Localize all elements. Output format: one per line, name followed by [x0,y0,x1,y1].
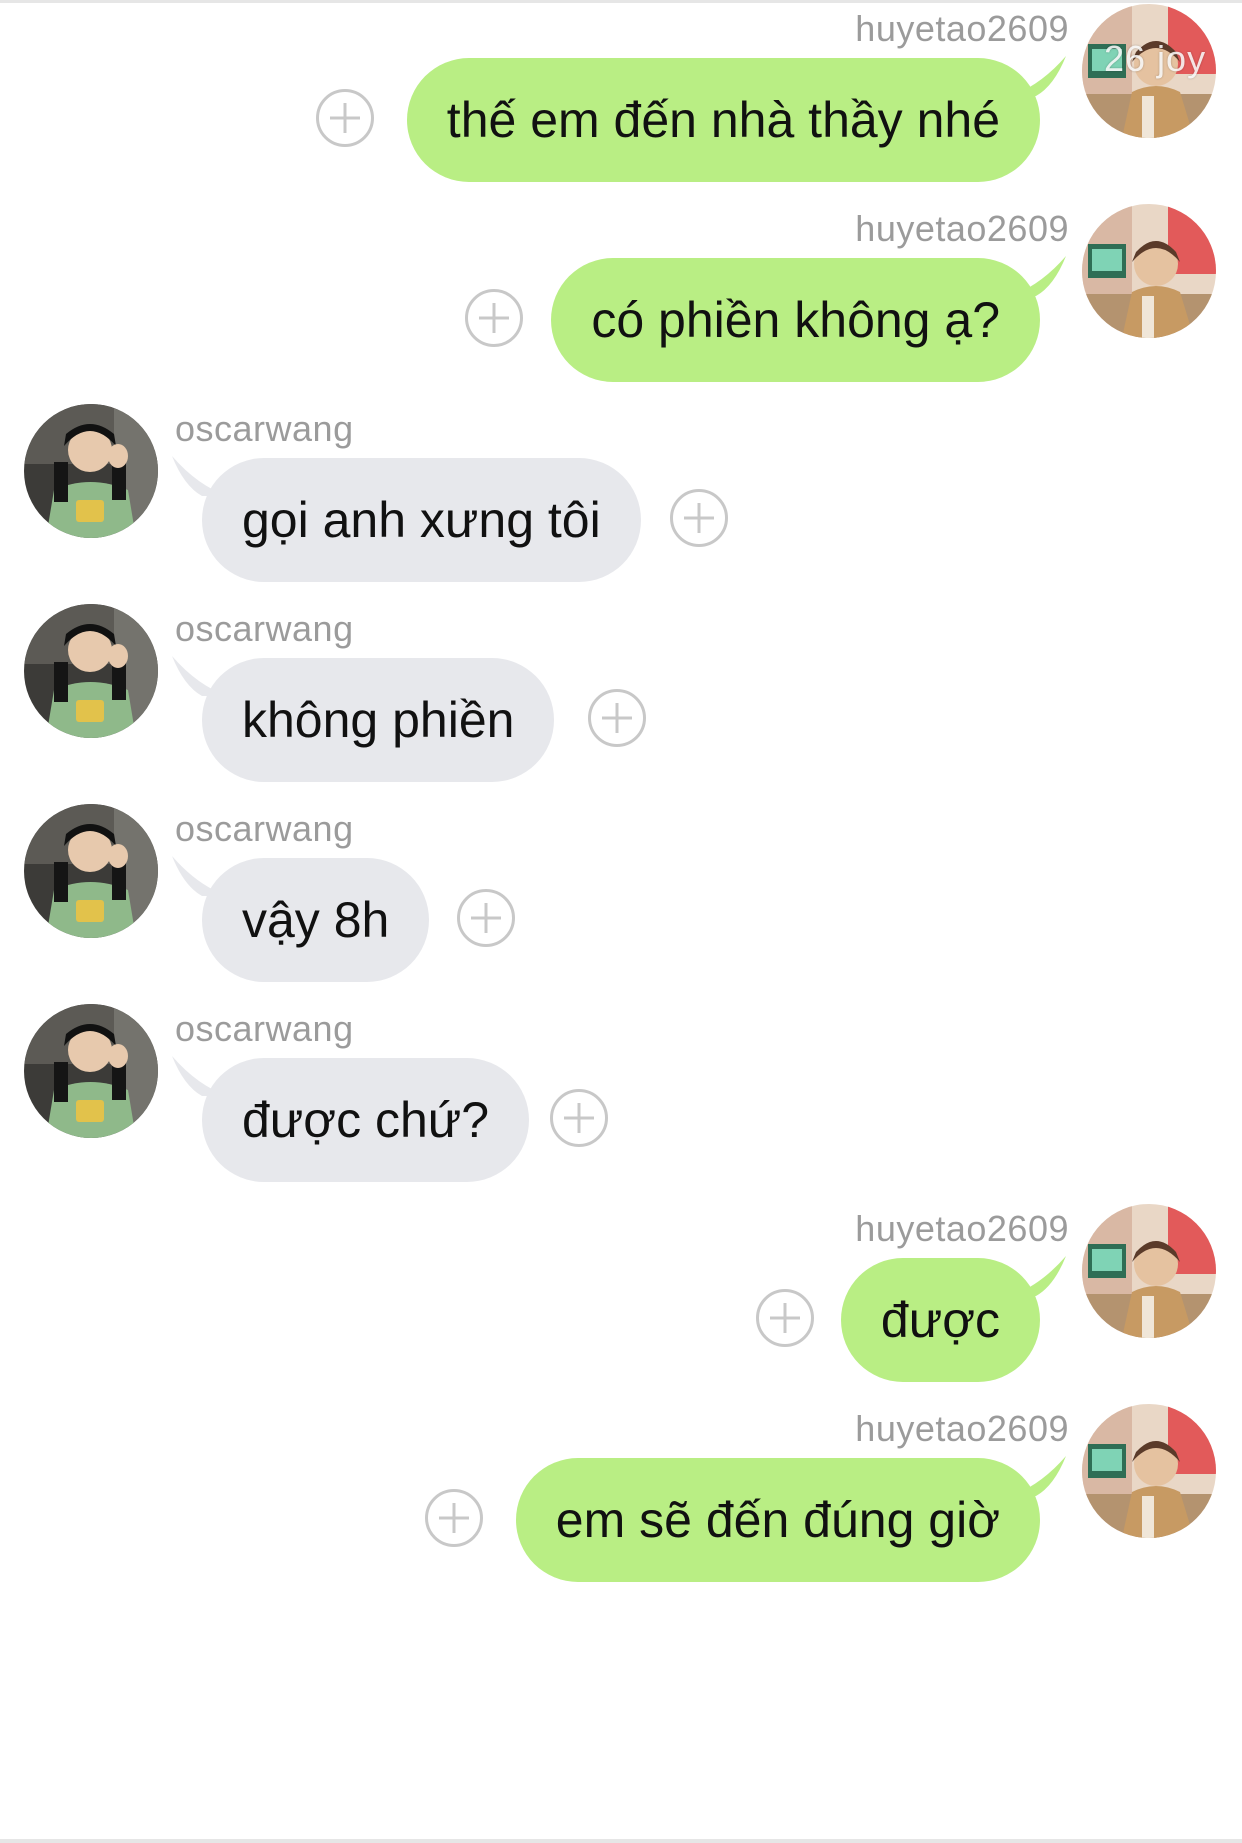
message-bubble[interactable]: không phiền [202,658,555,782]
bottom-divider [0,1839,1242,1843]
message-bubble[interactable]: có phiền không ạ? [551,258,1040,382]
sender-username: oscarwang [175,608,354,649]
sender-username: oscarwang [175,408,354,449]
add-reaction-icon[interactable] [457,889,515,947]
sender-username: oscarwang [175,808,354,849]
sender-username: huyetao2609 [855,1408,1069,1449]
sender-avatar[interactable] [1082,1204,1216,1338]
message-row: huyetao2609 được [0,1200,1242,1400]
message-bubble[interactable]: thế em đến nhà thầy nhé [406,58,1040,182]
message-row: oscarwang không phiền [0,600,1242,800]
add-reaction-icon[interactable] [756,1289,814,1347]
sender-avatar[interactable] [1082,204,1216,338]
message-bubble[interactable]: vậy 8h [202,858,430,982]
sender-username: huyetao2609 [855,1208,1069,1249]
message-row: oscarwang vậy 8h [0,800,1242,1000]
sender-username: huyetao2609 [855,208,1069,249]
message-bubble[interactable]: được [840,1258,1040,1382]
sender-avatar[interactable] [1082,1404,1216,1538]
add-reaction-icon[interactable] [316,89,374,147]
message-bubble[interactable]: em sẽ đến đúng giờ [515,1458,1040,1582]
add-reaction-icon[interactable] [425,1489,483,1547]
message-row: oscarwang được chứ? [0,1000,1242,1200]
sender-username: huyetao2609 [855,8,1069,49]
message-row: huyetao2609 có phiền không ạ? [0,200,1242,400]
message-bubble[interactable]: được chứ? [202,1058,530,1182]
message-row: oscarwang gọi anh xưng tôi [0,400,1242,600]
sender-avatar[interactable] [24,1004,158,1138]
message-bubble[interactable]: gọi anh xưng tôi [202,458,641,582]
message-row: huyetao2609 em sẽ đến đúng giờ [0,1400,1242,1600]
sender-username: oscarwang [175,1008,354,1049]
top-badge: 26 joy [1104,38,1207,79]
add-reaction-icon[interactable] [465,289,523,347]
sender-avatar[interactable] [24,804,158,938]
add-reaction-icon[interactable] [588,689,646,747]
add-reaction-icon[interactable] [670,489,728,547]
sender-avatar[interactable] [24,404,158,538]
message-row: huyetao2609 26 joy thế em đến nhà thầy n… [0,0,1242,200]
sender-avatar[interactable] [24,604,158,738]
add-reaction-icon[interactable] [550,1089,608,1147]
